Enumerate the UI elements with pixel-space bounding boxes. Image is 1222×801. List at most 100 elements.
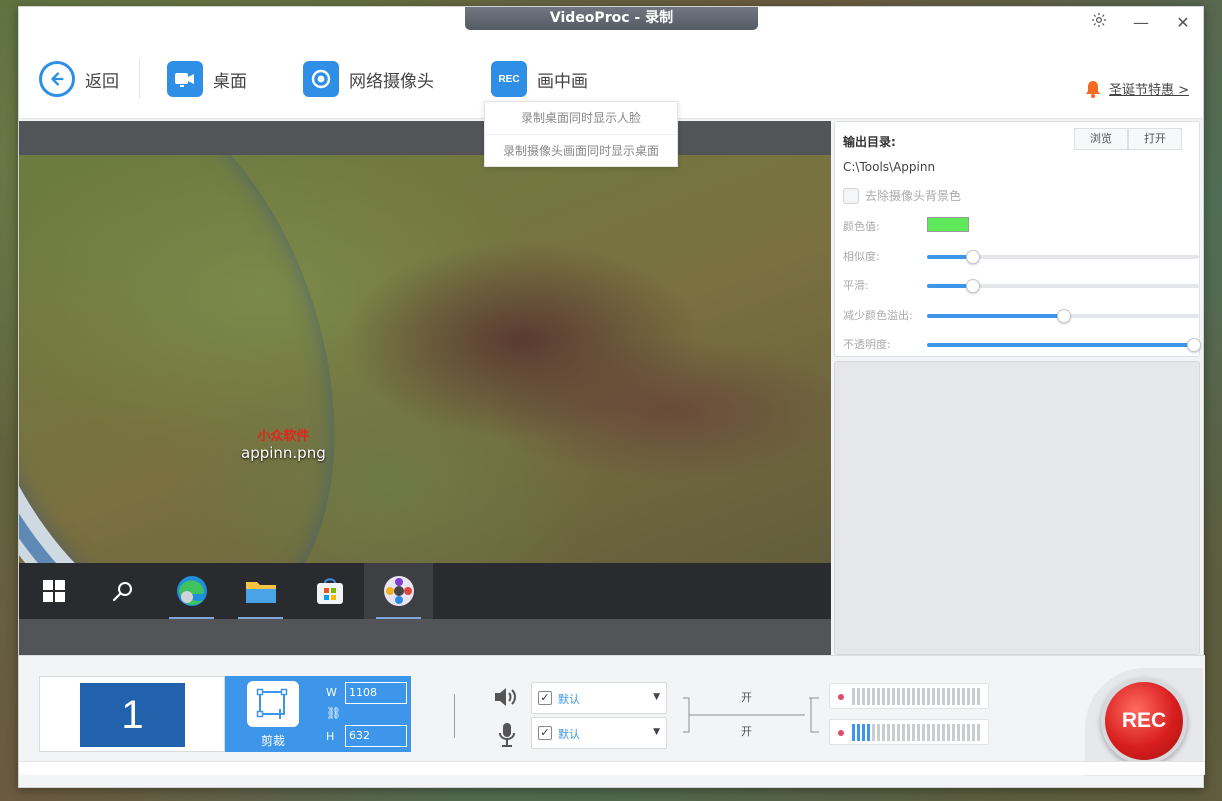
opacity-label: 不透明度: — [843, 338, 891, 351]
level-bar — [937, 724, 940, 741]
mic-state: 开 — [741, 725, 752, 738]
smooth-slider[interactable] — [927, 279, 1199, 293]
slider-knob[interactable] — [966, 250, 980, 264]
slider-knob[interactable] — [966, 279, 980, 293]
desktop-mode-button[interactable]: 桌面 — [167, 61, 247, 97]
width-input[interactable]: 1108 — [345, 682, 407, 704]
level-bar — [872, 724, 875, 741]
search-icon[interactable] — [88, 563, 157, 619]
slider-knob[interactable] — [1057, 309, 1071, 323]
pip-menu-item-webcam-desktop[interactable]: 录制摄像头画面同时显示桌面 — [485, 134, 677, 166]
output-path: C:\Tools\Appinn — [843, 160, 936, 174]
height-input[interactable]: 632 — [345, 725, 407, 747]
file-label: appinn.png — [241, 444, 326, 462]
active-indicator — [376, 617, 421, 619]
link-aspect-icon[interactable]: ⛓ — [326, 706, 341, 720]
app-window: VideoProc - 录制 — ✕ 返回 桌面 网络摄像头 REC 画中画 圣… — [18, 6, 1205, 788]
speaker-state: 开 — [741, 691, 752, 704]
promo-link[interactable]: 圣诞节特惠 > — [1085, 79, 1189, 98]
speaker-icon[interactable] — [493, 686, 519, 711]
crop-panel: 剪裁 W 1108 ⛓ H 632 — [225, 676, 411, 752]
settings-gear-icon[interactable] — [1085, 11, 1113, 35]
mic-enabled-checkbox[interactable]: ✓ — [538, 726, 552, 740]
webcam-mode-button[interactable]: 网络摄像头 — [303, 61, 434, 97]
store-icon[interactable] — [295, 563, 364, 619]
mic-device-select[interactable]: ✓ 默认 ▼ — [531, 717, 667, 749]
audio-connector-lines — [683, 697, 819, 733]
back-arrow-icon — [39, 61, 75, 97]
crop-button[interactable] — [247, 681, 299, 727]
width-label: W — [326, 686, 337, 699]
speaker-device-select[interactable]: ✓ 默认 ▼ — [531, 682, 667, 714]
spill-label: 减少颜色溢出: — [843, 309, 913, 322]
similarity-label: 相似度: — [843, 250, 880, 263]
taskbar — [19, 563, 831, 619]
bottom-divider — [454, 694, 455, 738]
active-indicator — [169, 617, 214, 619]
crop-label: 剪裁 — [260, 734, 285, 748]
pip-dropdown-menu: 录制桌面同时显示人脸 录制摄像头画面同时显示桌面 — [484, 101, 678, 167]
level-bar — [932, 724, 935, 741]
minimize-button[interactable]: — — [1127, 11, 1155, 35]
file-logo: 小众软件 — [257, 429, 310, 444]
spill-slider[interactable] — [927, 309, 1199, 323]
rec-button[interactable]: REC — [1101, 678, 1187, 764]
remove-bg-label: 去除摄像头背景色 — [865, 189, 962, 203]
close-button[interactable]: ✕ — [1169, 11, 1197, 35]
settings-panel: 输出目录: 浏览 打开 C:\Tools\Appinn 去除摄像头背景色 颜色值… — [834, 121, 1201, 655]
level-bar — [922, 688, 925, 705]
level-bar — [897, 724, 900, 741]
windows-start-icon[interactable] — [19, 563, 88, 619]
key-color-swatch[interactable] — [927, 217, 969, 232]
speaker-device-value: 默认 — [558, 693, 580, 706]
back-button[interactable]: 返回 — [39, 61, 119, 97]
camera-icon — [167, 61, 203, 97]
preview-area: 小众软件 appinn.png — [19, 121, 831, 655]
pip-menu-item-desktop-face[interactable]: 录制桌面同时显示人脸 — [485, 102, 677, 134]
level-bar — [867, 724, 870, 741]
open-button[interactable]: 打开 — [1128, 128, 1182, 150]
level-bar — [912, 724, 915, 741]
level-bar — [967, 688, 970, 705]
level-bar — [897, 688, 900, 705]
level-bar — [852, 688, 855, 705]
level-bar — [867, 688, 870, 705]
file-explorer-icon[interactable] — [226, 563, 295, 619]
level-bar — [952, 688, 955, 705]
pip-label: 画中画 — [537, 71, 588, 92]
opacity-slider[interactable] — [927, 338, 1201, 352]
remove-bg-checkbox[interactable]: 去除摄像头背景色 — [843, 187, 961, 204]
browse-button[interactable]: 浏览 — [1074, 128, 1128, 150]
level-bar — [942, 688, 945, 705]
color-label: 颜色值: — [843, 220, 880, 233]
videoproc-app-icon[interactable] — [364, 563, 433, 619]
microphone-icon[interactable] — [497, 722, 517, 751]
rec-area: REC — [1085, 668, 1203, 776]
level-bar — [892, 688, 895, 705]
rec-pip-icon: REC — [491, 61, 527, 97]
level-bar — [942, 724, 945, 741]
level-bar — [957, 688, 960, 705]
speaker-enabled-checkbox[interactable]: ✓ — [538, 691, 552, 705]
output-dir-label: 输出目录: — [843, 135, 896, 149]
speaker-level-meter — [829, 683, 989, 709]
edge-browser-icon[interactable] — [157, 563, 226, 619]
slider-knob[interactable] — [1187, 338, 1201, 352]
record-dot-icon — [838, 730, 844, 736]
level-bar — [977, 724, 980, 741]
level-bar — [887, 724, 890, 741]
level-bar — [927, 724, 930, 741]
level-bar — [952, 724, 955, 741]
similarity-slider[interactable] — [927, 250, 1199, 264]
pip-mode-button[interactable]: REC 画中画 — [491, 61, 588, 97]
crop-icon — [256, 688, 288, 719]
level-bar — [932, 688, 935, 705]
height-label: H — [326, 730, 335, 743]
level-bar — [947, 724, 950, 741]
screen-number: 1 — [80, 683, 185, 747]
screen-selector[interactable]: 1 — [39, 676, 225, 752]
level-bar — [957, 724, 960, 741]
level-bar — [972, 724, 975, 741]
smooth-label: 平滑: — [843, 279, 869, 292]
level-bar — [907, 688, 910, 705]
